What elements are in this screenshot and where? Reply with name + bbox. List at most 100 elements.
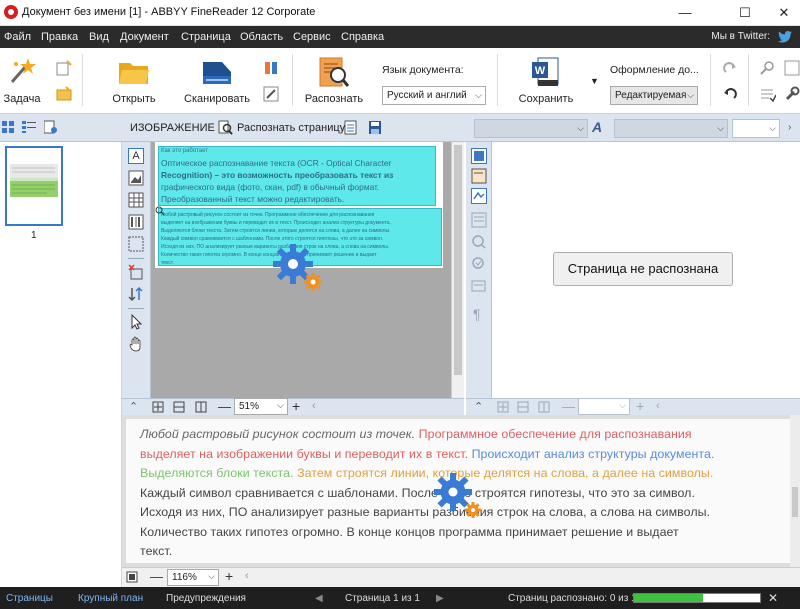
task-button[interactable]: Задача [2,56,42,108]
menu-page[interactable]: Страница [181,31,231,43]
save-dropdown-chevron-icon[interactable]: ▼ [590,76,599,86]
zoom-out-button[interactable]: — [562,399,575,414]
toolbar-separator [82,54,83,106]
page-properties-icon[interactable] [344,120,358,135]
verify-icon[interactable] [471,234,487,250]
fit-page-icon[interactable] [497,401,509,413]
scrollbar-thumb[interactable] [792,487,798,517]
zoom-pane-zoom-select[interactable]: 116% ⌵ [167,569,219,586]
menu-document[interactable]: Документ [120,31,169,43]
fit-height-icon[interactable] [538,401,550,413]
pages-grid-view-icon[interactable] [2,121,14,133]
undo-icon[interactable] [722,86,738,102]
text-view-icon[interactable] [471,148,487,164]
text-block-selection[interactable]: Как это работает Оптическое распознавани… [158,146,436,206]
open-button[interactable]: Открыть [106,56,162,108]
previous-page-icon[interactable]: ◀ [315,593,323,604]
scroll-left-chevron-icon[interactable]: ‹ [312,400,316,412]
font-size-select[interactable]: ⌵ [732,119,780,138]
fit-page-icon[interactable] [152,401,164,413]
zoom-vertical-scrollbar[interactable] [790,415,800,567]
zoom-text-line: Количество таких гипотез огромно. В конц… [140,523,679,543]
menu-view[interactable]: Вид [89,31,109,43]
fit-width-icon[interactable] [517,401,529,413]
tab-warnings[interactable]: Предупреждения [166,593,246,604]
image-tools-column: A [122,142,151,398]
collapse-chevron-icon[interactable]: ⌃ [129,400,138,413]
formatted-text-icon[interactable] [471,188,487,204]
barcode-area-tool-icon[interactable] [128,214,144,230]
menu-file[interactable]: Файл [4,31,31,43]
scan-button[interactable]: Сканировать [182,56,252,108]
pages-list-view-icon[interactable] [22,121,36,133]
collapse-chevron-icon[interactable]: ⌃ [474,400,483,413]
zoom-view[interactable]: Любой растровый рисунок состоит из точек… [126,419,790,563]
zoom-in-button[interactable]: + [636,398,644,414]
text-view[interactable]: Страница не распознана [492,142,800,398]
find-icon[interactable] [760,60,776,76]
fit-width-icon[interactable] [173,401,185,413]
editable-copy-icon[interactable] [471,168,487,184]
pilcrow-icon[interactable]: ¶ [473,306,481,322]
picture-area-tool-icon[interactable] [128,170,144,186]
new-task-icon[interactable] [56,60,72,76]
zoom-out-button[interactable]: — [218,399,231,414]
select-cursor-tool-icon[interactable] [128,313,144,330]
delete-area-tool-icon[interactable] [128,264,144,280]
zoom-out-button[interactable]: — [150,569,163,584]
table-area-tool-icon[interactable] [128,192,144,208]
save-button[interactable]: W Сохранить [514,56,578,108]
menu-area[interactable]: Область [240,31,283,43]
text-zoom-select[interactable]: ⌵ [578,398,630,415]
plain-text-icon[interactable] [471,212,487,228]
zoom-icon[interactable] [784,60,800,76]
background-picture-tool-icon[interactable] [128,236,144,252]
redo-icon[interactable] [722,60,738,76]
minimize-button[interactable]: — [662,0,708,26]
scrollbar-thumb[interactable] [454,145,462,375]
twitter-icon[interactable] [778,31,792,43]
page-thumbnail[interactable] [5,146,63,226]
zoom-pane-icon[interactable] [126,571,138,583]
tab-pages[interactable]: Страницы [6,593,53,604]
close-button[interactable]: ✕ [768,0,800,26]
font-select[interactable]: ⌵ [614,119,728,138]
maximize-button[interactable]: ☐ [722,0,768,26]
tab-zoom[interactable]: Крупный план [78,593,143,604]
recognize-button[interactable]: Распознать [304,56,364,108]
image-zoom-select[interactable]: 51% ⌵ [234,398,288,415]
font-style-icon[interactable]: A [592,119,610,137]
hand-tool-icon[interactable] [128,336,144,352]
text-properties-icon[interactable] [471,278,487,294]
image-vertical-scrollbar[interactable] [451,142,464,398]
image-view[interactable]: Как это работает Оптическое распознавани… [151,142,451,398]
menu-help[interactable]: Справка [341,31,384,43]
text-area-tool-icon[interactable]: A [128,148,144,164]
fit-height-icon[interactable] [195,401,207,413]
menu-service[interactable]: Сервис [293,31,331,43]
scroll-left-chevron-icon[interactable]: ‹ [245,570,249,582]
cancel-recognition-close-icon[interactable]: ✕ [768,591,778,605]
pages-properties-icon[interactable] [43,120,58,134]
scroll-left-chevron-icon[interactable]: ‹ [656,400,660,412]
image-tools-icon[interactable] [263,60,279,76]
order-areas-tool-icon[interactable] [128,286,144,302]
edit-image-icon[interactable] [263,86,279,102]
style-select[interactable]: ⌵ [474,119,588,138]
zoom-in-button[interactable]: + [225,568,233,584]
folder-task-icon[interactable] [56,86,72,102]
text-tools-column: ¶ [466,142,492,398]
options-wrench-icon[interactable] [784,86,800,102]
block-line: текст. [161,260,174,266]
layout-select[interactable]: Редактируемая ⌵ [610,86,698,105]
menu-edit[interactable]: Правка [41,31,78,43]
magnifier-cursor-icon [155,206,165,216]
zoom-in-button[interactable]: + [292,398,300,414]
verify-text-icon[interactable] [760,86,777,103]
next-page-icon[interactable]: ▶ [436,593,444,604]
more-chevron-icon[interactable]: › [788,122,791,133]
recognize-page-button[interactable]: Распознать страницу [218,120,418,136]
doc-language-select[interactable]: Русский и англий ⌵ [382,86,486,105]
save-page-icon[interactable] [368,120,382,135]
spellcheck-icon[interactable] [471,256,487,272]
